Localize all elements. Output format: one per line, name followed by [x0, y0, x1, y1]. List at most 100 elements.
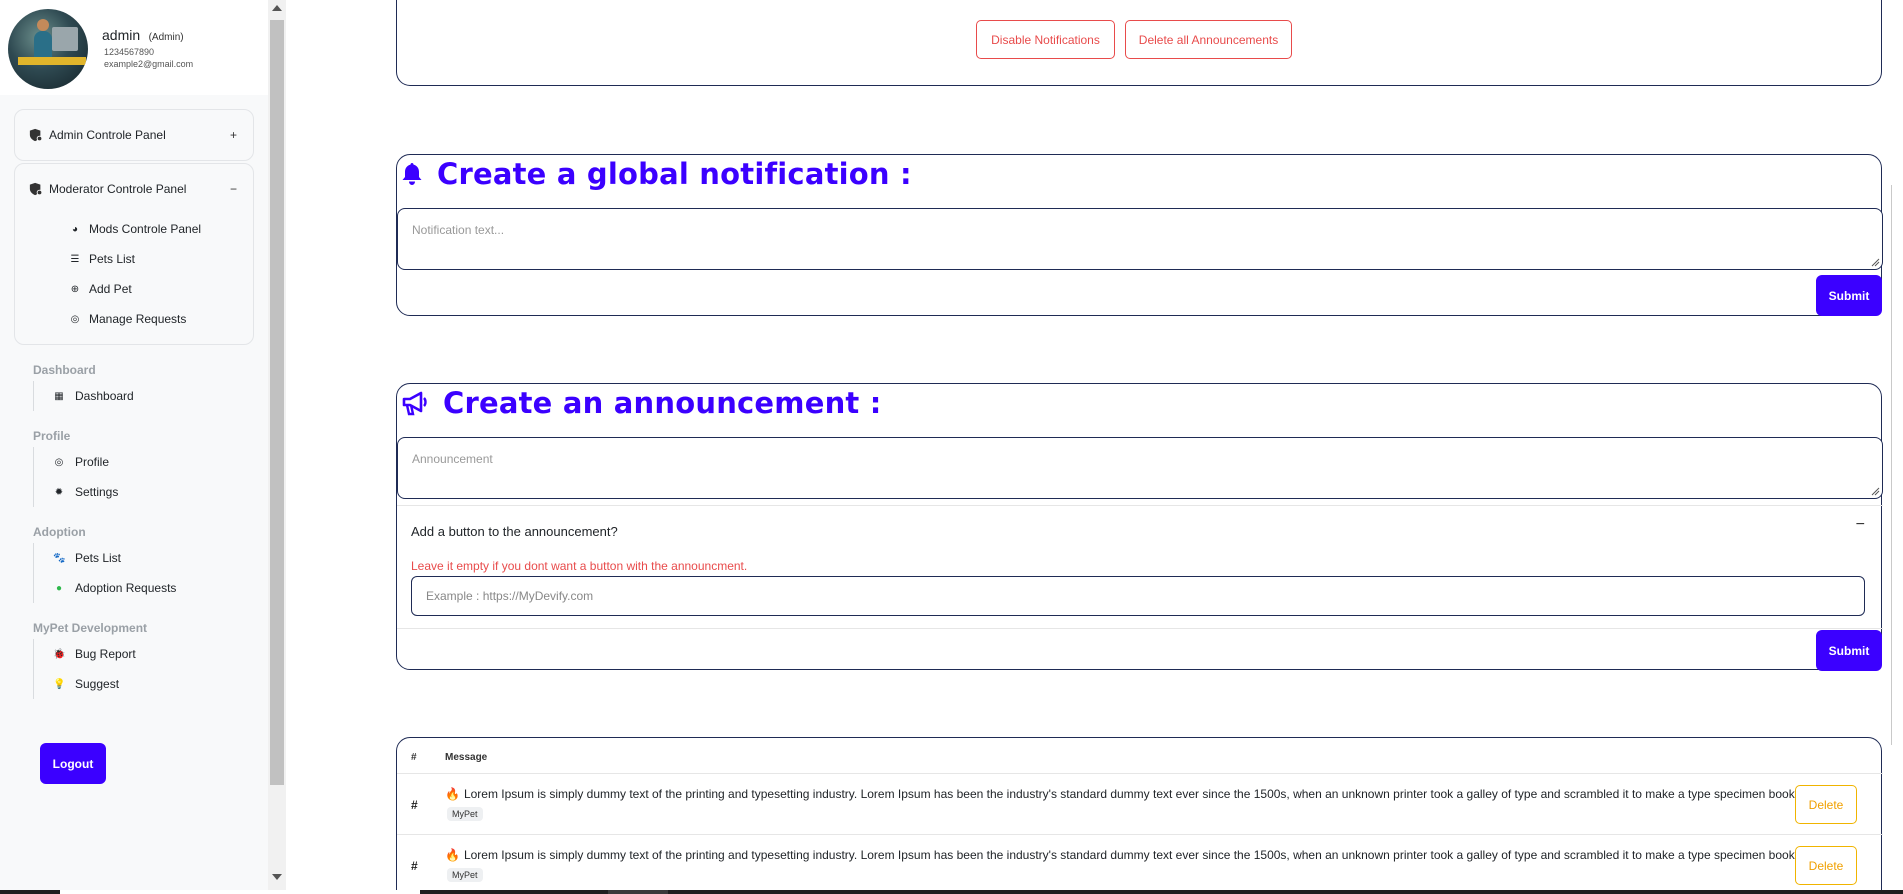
announcement-submit-button[interactable]: Submit [1816, 630, 1882, 671]
sidebar-item-dashboard[interactable]: ▦ Dashboard [34, 381, 268, 411]
sidebar-item-profile[interactable]: ◎ Profile [34, 447, 268, 477]
logout-button[interactable]: Logout [40, 743, 106, 784]
plus-icon[interactable]: + [230, 128, 237, 142]
global-notification-title: Create a global notification : [437, 157, 912, 191]
row-message: 🔥 Lorem Ipsum is simply dummy text of the… [445, 787, 1798, 801]
profile-phone: 1234567890 [104, 47, 155, 57]
table-row: # 🔥 Lorem Ipsum is simply dummy text of t… [397, 773, 1883, 834]
page: admin (Admin) 1234567890 example2@gmail.… [0, 0, 1903, 894]
shield-lock-icon [29, 128, 43, 142]
sidebar-item-mods-controle-panel[interactable]: ◕ Mods Controle Panel [15, 214, 253, 244]
sidebar-item-label: Bug Report [75, 647, 136, 661]
sidebar-item-label: Suggest [75, 677, 120, 691]
list-icon: ☰ [70, 253, 80, 265]
minus-icon[interactable]: − [1856, 516, 1865, 534]
sidebar-item-adoption-requests[interactable]: ● Adoption Requests [34, 573, 268, 603]
profile-name: admin [102, 27, 141, 43]
moderator-panel: Moderator Controle Panel − ◕ Mods Contro… [14, 163, 254, 345]
delete-button[interactable]: Delete [1795, 785, 1857, 824]
section-profile: ◎ Profile ✹ Settings [33, 447, 268, 507]
admin-panel-label: Admin Controle Panel [49, 128, 166, 142]
row-tag: MyPet [447, 807, 483, 821]
scroll-down-arrow-icon[interactable] [272, 874, 282, 880]
moderator-panel-label: Moderator Controle Panel [49, 182, 187, 196]
announcement-heading: Create an announcement : [401, 384, 882, 422]
dashboard-icon: ▦ [54, 390, 64, 402]
sidebar-item-manage-requests[interactable]: ◎ Manage Requests [15, 304, 253, 334]
section-mypet-development: 🐞 Bug Report 💡 Suggest [33, 639, 268, 699]
moderator-panel-header[interactable]: Moderator Controle Panel − [15, 164, 253, 214]
table-header-hash: # [411, 752, 417, 763]
accordion-header[interactable]: Add a button to the announcement? [411, 524, 618, 539]
delete-button[interactable]: Delete [1795, 846, 1857, 885]
bug-icon: 🐞 [53, 648, 66, 660]
sidebar-item-suggest[interactable]: 💡 Suggest [34, 669, 268, 699]
sidebar: admin (Admin) 1234567890 example2@gmail.… [0, 0, 268, 894]
row-message: 🔥 Lorem Ipsum is simply dummy text of the… [445, 848, 1798, 862]
section-title-adoption: Adoption [33, 525, 86, 539]
resize-handle-icon[interactable] [1870, 486, 1880, 496]
admin-panel: Admin Controle Panel + [14, 109, 254, 161]
disable-notifications-button[interactable]: Disable Notifications [976, 20, 1115, 59]
shield-lock-icon [29, 182, 43, 196]
fire-icon: 🔥 [445, 787, 460, 801]
minus-icon[interactable]: − [230, 182, 237, 196]
announcement-card: Create an announcement : Announcement Ad… [396, 383, 1883, 671]
bell-icon [402, 163, 422, 185]
section-dashboard: ▦ Dashboard [33, 381, 268, 411]
global-notification-card: Create a global notification : Notificat… [396, 154, 1883, 316]
announcement-button-url-input[interactable]: Example : https://MyDevify.com [411, 576, 1865, 616]
sidebar-item-label: Mods Controle Panel [89, 222, 202, 236]
gear-icon: ✹ [54, 486, 64, 498]
palette-icon: ◕ [71, 223, 79, 235]
announcement-title: Create an announcement : [443, 386, 882, 420]
taskbar-strip [0, 890, 1903, 894]
admin-panel-header[interactable]: Admin Controle Panel + [15, 110, 253, 160]
profile-info: admin (Admin) 1234567890 example2@gmail.… [102, 27, 193, 69]
sidebar-item-label: Adoption Requests [75, 581, 177, 595]
row-hash: # [411, 859, 418, 873]
main-scrollbar[interactable] [1891, 185, 1892, 745]
avatar[interactable] [8, 9, 88, 89]
table-row: # 🔥 Lorem Ipsum is simply dummy text of t… [397, 834, 1883, 894]
sidebar-item-label: Profile [75, 455, 110, 469]
sidebar-item-pets-list-adoption[interactable]: 🐾 Pets List [34, 543, 268, 573]
sidebar-scrollbar-thumb[interactable] [270, 20, 284, 785]
sidebar-item-bug-report[interactable]: 🐞 Bug Report [34, 639, 268, 669]
row-tag: MyPet [447, 868, 483, 882]
resize-handle-icon[interactable] [1870, 257, 1880, 267]
profile-header: admin (Admin) 1234567890 example2@gmail.… [0, 0, 268, 95]
announcement-text-input[interactable]: Announcement [397, 437, 1883, 499]
scroll-up-arrow-icon[interactable] [272, 5, 282, 11]
plus-circle-icon: ⊕ [70, 283, 80, 295]
row-message-text: Lorem Ipsum is simply dummy text of the … [463, 787, 1799, 801]
row-message-text: Lorem Ipsum is simply dummy text of the … [463, 848, 1799, 862]
section-title-mypet-development: MyPet Development [33, 621, 148, 635]
paw-icon: 🐾 [53, 552, 66, 564]
delete-all-announcements-button[interactable]: Delete all Announcements [1125, 20, 1292, 59]
section-adoption: 🐾 Pets List ● Adoption Requests [33, 543, 268, 603]
user-circle-icon: ◎ [54, 456, 64, 468]
notifications-actions-card: Disable Notifications Delete all Announc… [396, 0, 1882, 86]
row-hash: # [411, 798, 418, 812]
sidebar-item-add-pet[interactable]: ⊕ Add Pet [15, 274, 253, 304]
notification-text-input[interactable]: Notification text... [397, 208, 1883, 270]
accordion-warning: Leave it empty if you dont want a button… [411, 559, 748, 573]
sidebar-item-label: Add Pet [89, 282, 132, 296]
profile-role: (Admin) [148, 32, 184, 43]
lightbulb-icon: 💡 [53, 678, 66, 690]
sidebar-item-label: Settings [75, 485, 119, 499]
sidebar-item-label: Dashboard [75, 389, 134, 403]
moderator-panel-items: ◕ Mods Controle Panel ☰ Pets List ⊕ Add … [15, 214, 253, 344]
user-circle-icon: ◎ [70, 313, 80, 325]
table-header-message: Message [445, 752, 488, 763]
sidebar-item-settings[interactable]: ✹ Settings [34, 477, 268, 507]
section-title-profile: Profile [33, 429, 71, 443]
megaphone-icon [402, 391, 427, 416]
profile-email: example2@gmail.com [104, 59, 194, 69]
global-notification-heading: Create a global notification : [401, 155, 912, 193]
sidebar-item-label: Manage Requests [89, 312, 187, 326]
notification-submit-button[interactable]: Submit [1816, 275, 1882, 316]
sidebar-item-pets-list[interactable]: ☰ Pets List [15, 244, 253, 274]
announcements-table: # Message # 🔥 Lorem Ipsum is simply dummy… [396, 737, 1883, 894]
